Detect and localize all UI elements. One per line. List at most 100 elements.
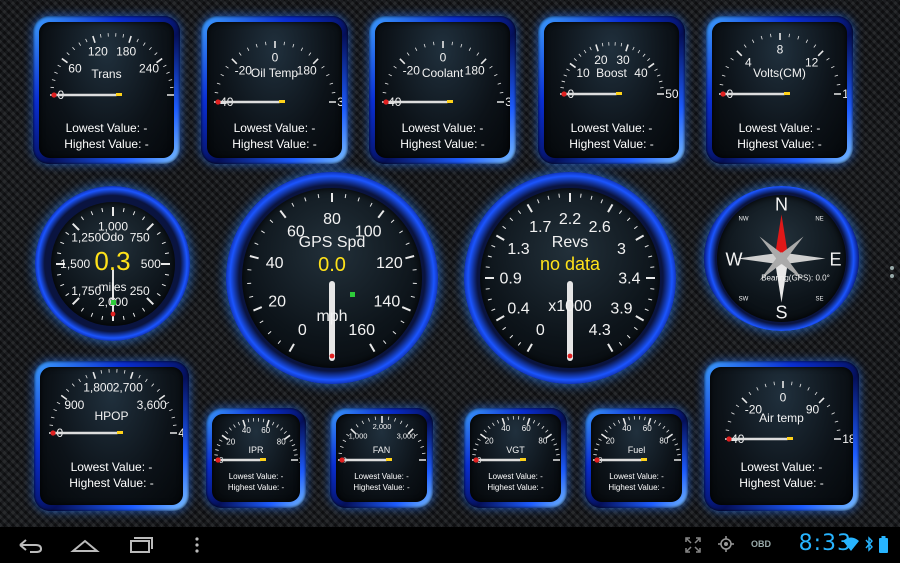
gps-spd-value: 0.0 xyxy=(318,254,346,276)
lowest-value: Lowest Value: - xyxy=(233,121,316,135)
odo-value: 0.3 xyxy=(94,245,131,276)
lowest-value: Lowest Value: - xyxy=(228,472,284,481)
status-light xyxy=(110,299,116,305)
compass-label-e: E xyxy=(830,250,842,270)
fan-title: FAN xyxy=(372,445,391,455)
max-marker xyxy=(784,92,790,95)
min-marker xyxy=(51,92,57,98)
tick-label: 360 xyxy=(505,95,510,109)
lowest-value: Lowest Value: - xyxy=(609,472,664,481)
compass-rose: NSW ENW NESW SEBearing(GPS): 0.0° xyxy=(726,195,842,323)
max-marker xyxy=(117,431,123,434)
back-icon[interactable] xyxy=(14,533,44,557)
highest-value: Highest Value: - xyxy=(608,482,665,492)
vgt-gauge-face: 020406080100VGTLowest Value: -Highest Va… xyxy=(470,414,561,502)
tick-label: 80 xyxy=(538,436,547,445)
trans-gauge-face: 060120180240300TransLowest Value: -Highe… xyxy=(39,22,174,158)
tick-label: 2,000 xyxy=(373,422,392,431)
tick-label: 360 xyxy=(337,95,342,109)
odo-gauge[interactable]: 02505007501,0001,2501,5001,7502,000Odo0.… xyxy=(35,186,190,341)
highest-value: Highest Value: - xyxy=(569,137,654,152)
tick-label: 2,700 xyxy=(113,381,143,395)
highest-value: Highest Value: - xyxy=(232,137,317,152)
compass-label-sw: SW xyxy=(739,297,749,303)
min-marker xyxy=(339,457,345,463)
tick-label: 20 xyxy=(606,436,615,445)
min-marker xyxy=(726,436,732,442)
min-marker xyxy=(50,430,56,436)
ipr-gauge[interactable]: 020406080100IPRLowest Value: -Highest Va… xyxy=(206,408,306,508)
hpop-gauge[interactable]: 09001,8002,7003,6004,500HPOPLowest Value… xyxy=(34,361,189,511)
revs-value: no data xyxy=(539,254,601,274)
tick-label: 4.3 xyxy=(589,322,611,339)
volts-gauge-face: 0481216Volts(CM)Lowest Value: -Highest V… xyxy=(712,22,847,158)
lowest-value: Lowest Value: - xyxy=(401,121,484,135)
fuel-gauge[interactable]: 020406080100FuelLowest Value: -Highest V… xyxy=(585,408,688,508)
tick-label: 80 xyxy=(659,436,668,445)
compass-label-s: S xyxy=(775,303,787,323)
compass-label-se: SE xyxy=(815,297,823,303)
volts-title: Volts(CM) xyxy=(753,66,806,80)
highest-value: Highest Value: - xyxy=(737,137,822,152)
highest-value: Highest Value: - xyxy=(64,137,149,152)
revs-gauge-face: 0 0.4 0.9 1.3 1.7 2.2 2.6 3 3.4 3.9 4.3 Revs no data… xyxy=(480,188,660,368)
wifi-icon xyxy=(843,537,859,551)
tick-label: 60 xyxy=(261,426,270,435)
air-temp-gauge[interactable]: -40-20090180Air tempLowest Value: -Highe… xyxy=(704,361,859,511)
fullscreen-icon[interactable] xyxy=(684,536,702,554)
tick-label: 1,000 xyxy=(349,432,368,441)
max-marker xyxy=(116,93,122,96)
air-temp-gauge-face: -40-20090180Air tempLowest Value: -Highe… xyxy=(710,367,853,505)
fan-gauge[interactable]: 01,0002,0003,0004,000FANLowest Value: -H… xyxy=(330,408,433,508)
lowest-value: Lowest Value: - xyxy=(354,472,409,481)
gps-spd-gauge[interactable]: 0 20 40 60 80 100 120 140 160 GPS Spd 0.0 mph xyxy=(226,172,438,384)
menu-icon[interactable] xyxy=(190,533,204,557)
page-indicator xyxy=(890,266,894,282)
min-marker xyxy=(329,353,335,359)
obd-status-label: OBD xyxy=(751,539,771,549)
tick-label: 8 xyxy=(777,42,784,56)
volts-gauge[interactable]: 0481216Volts(CM)Lowest Value: -Highest V… xyxy=(706,16,853,164)
tick-label: 16 xyxy=(842,87,847,101)
compass-label-w: W xyxy=(726,250,743,270)
tick-label: 3,000 xyxy=(397,432,416,441)
coolant-gauge[interactable]: -40-200180360CoolantLowest Value: -Highe… xyxy=(369,16,516,164)
min-marker xyxy=(383,99,389,105)
gps-spd-unit: mph xyxy=(316,308,348,325)
tick-label: 0 xyxy=(440,50,447,64)
tick-label: 120 xyxy=(88,45,108,59)
vgt-gauge[interactable]: 020406080100VGTLowest Value: -Highest Va… xyxy=(464,408,567,508)
tick-label: 80 xyxy=(323,211,341,228)
boost-gauge[interactable]: 01020304050BoostLowest Value: -Highest V… xyxy=(538,16,685,164)
odo-title: Odo xyxy=(101,229,124,244)
max-marker xyxy=(616,92,622,95)
max-marker xyxy=(447,100,453,103)
recent-apps-icon[interactable] xyxy=(126,533,156,557)
boost-title: Boost xyxy=(596,66,627,80)
battery-icon xyxy=(879,536,888,553)
tick-label: 0 xyxy=(536,322,545,339)
fuel-title: Fuel xyxy=(627,445,646,455)
tick-label: 0 xyxy=(272,50,279,64)
oil-temp-gauge[interactable]: -40-200180360Oil TempLowest Value: -High… xyxy=(201,16,348,164)
min-marker xyxy=(594,457,600,463)
trans-gauge[interactable]: 060120180240300TransLowest Value: -Highe… xyxy=(33,16,180,164)
min-marker xyxy=(215,99,221,105)
bluetooth-icon xyxy=(865,536,873,552)
tick-label: 100 xyxy=(299,456,300,465)
system-navigation-bar: OBD 8:33 xyxy=(0,527,900,563)
compass-gauge[interactable]: N S W E NW NE SW SE Bearing(GPS): 0.0° xyxy=(704,186,859,331)
boost-gauge-face: 01020304050BoostLowest Value: -Highest V… xyxy=(544,22,679,158)
lowest-value: Lowest Value: - xyxy=(740,460,823,474)
home-icon[interactable] xyxy=(70,533,100,557)
odo-gauge-face: 02505007501,0001,2501,5001,7502,000Odo0.… xyxy=(50,201,175,326)
lowest-value: Lowest Value: - xyxy=(738,121,821,135)
tick-label: 1,800 xyxy=(83,381,113,395)
max-marker xyxy=(279,100,285,103)
fuel-gauge-face: 020406080100FuelLowest Value: -Highest V… xyxy=(591,414,682,502)
highest-value: Highest Value: - xyxy=(739,476,824,491)
status-light xyxy=(350,292,355,297)
revs-unit: x1000 xyxy=(548,298,592,315)
tick-label: 180 xyxy=(842,432,853,446)
revs-gauge[interactable]: 0 0.4 0.9 1.3 1.7 2.2 2.6 3 3.4 3.9 4.3 Revs no data… xyxy=(464,172,676,384)
